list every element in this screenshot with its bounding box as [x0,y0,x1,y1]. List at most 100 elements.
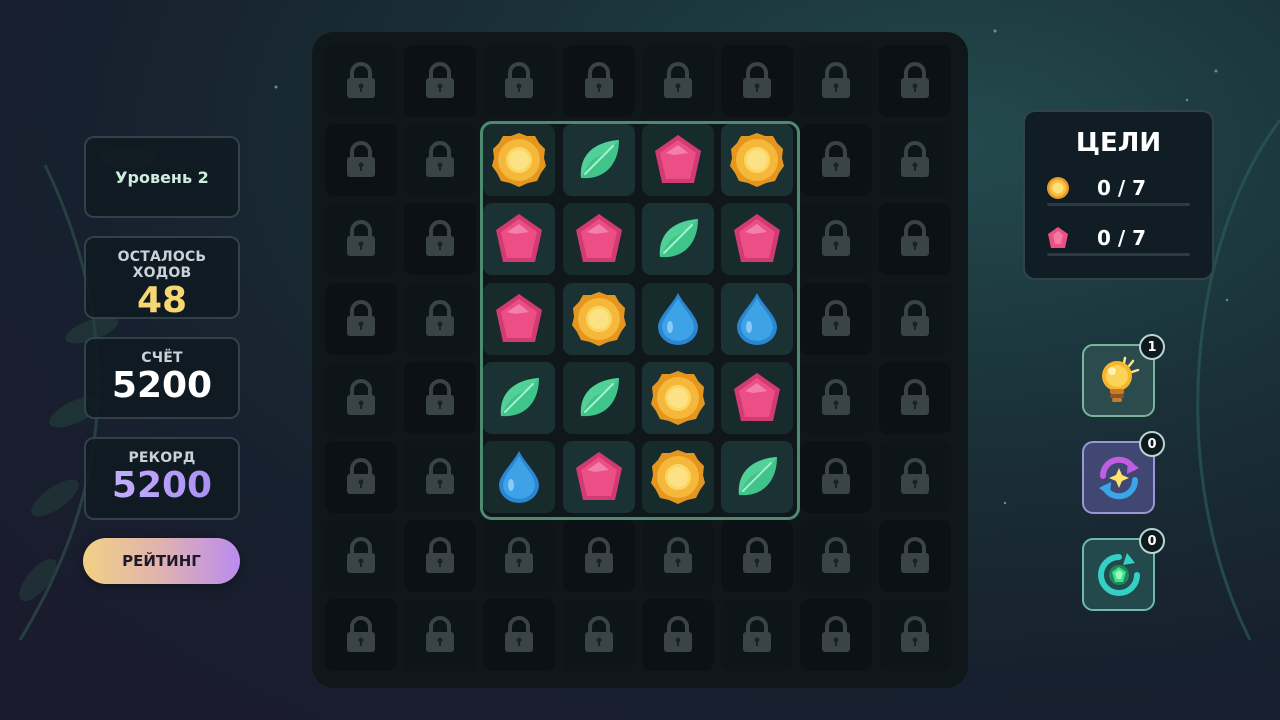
board-cell[interactable] [563,441,635,513]
board-cell[interactable] [642,124,714,196]
shuffle-booster-button[interactable]: 0 [1082,431,1165,514]
leaf-icon [652,213,704,265]
board-cell[interactable] [563,203,635,275]
locked-cell [325,124,397,196]
locked-cell [325,599,397,671]
lock-icon [423,140,457,180]
lock-icon [740,615,774,655]
locked-cell [800,520,872,592]
hint-count-badge: 1 [1139,334,1165,360]
lock-icon [423,378,457,418]
locked-cell [800,599,872,671]
lock-icon [740,61,774,101]
locked-cell [800,362,872,434]
locked-cell [563,520,635,592]
pink-gem-icon [652,133,704,187]
coin-icon [649,369,707,427]
locked-cell [800,45,872,117]
locked-cell [721,45,793,117]
board-cell[interactable] [721,203,793,275]
goal-divider [1047,203,1190,206]
locked-cell [800,203,872,275]
coin-icon [649,448,707,506]
lock-icon [819,615,853,655]
board-cell[interactable] [483,362,555,434]
rating-button[interactable]: РЕЙТИНГ [83,538,240,584]
shuffle-count-badge: 0 [1139,431,1165,457]
board-cell[interactable] [642,203,714,275]
shuffle-icon [1098,456,1139,499]
locked-cell [800,283,872,355]
lock-icon [898,457,932,497]
board-cell[interactable] [483,203,555,275]
refresh-booster-button[interactable]: 0 [1082,528,1165,611]
goals-title: ЦЕЛИ [1075,128,1162,158]
locked-cell [879,362,951,434]
locked-cell [642,45,714,117]
locked-cell [404,441,476,513]
board-cell[interactable] [642,283,714,355]
locked-cell [563,45,635,117]
locked-cell [483,599,555,671]
locked-cell [325,441,397,513]
board-cell[interactable] [483,283,555,355]
pink-gem-icon [573,212,625,266]
board-cell[interactable] [563,283,635,355]
board-cell[interactable] [563,362,635,434]
refresh-gem-icon [1097,552,1140,596]
lock-icon [423,219,457,259]
lock-icon [819,378,853,418]
lock-icon [344,378,378,418]
board-cell[interactable] [642,362,714,434]
locked-cell [879,441,951,513]
board-cell[interactable] [721,362,793,434]
locked-cell [800,441,872,513]
lock-icon [502,536,536,576]
moves-value: 48 [136,280,188,321]
board-cell[interactable] [721,441,793,513]
board-cell[interactable] [483,124,555,196]
record-panel: РЕКОРД 5200 [84,437,240,520]
locked-cell [325,203,397,275]
drop-icon [495,449,543,505]
locked-cell [721,520,793,592]
lock-icon [819,457,853,497]
locked-cell [879,520,951,592]
locked-cell [483,45,555,117]
lock-icon [344,536,378,576]
coin-icon [1045,175,1071,201]
locked-cell [404,362,476,434]
locked-cell [800,124,872,196]
lock-icon [898,536,932,576]
lock-icon [423,299,457,339]
locked-cell [404,520,476,592]
locked-cell [404,599,476,671]
lock-icon [423,457,457,497]
goal-pink-gem: 0 / 7 [1045,218,1192,258]
lock-icon [582,615,616,655]
board-cell[interactable] [483,441,555,513]
lock-icon [344,615,378,655]
board-cell[interactable] [721,283,793,355]
locked-cell [642,599,714,671]
drop-icon [654,291,702,347]
leaf-icon [573,372,625,424]
coin-icon [728,131,786,189]
leaf-icon [493,372,545,424]
locked-cell [404,45,476,117]
lock-icon [423,536,457,576]
lock-icon [898,299,932,339]
hint-booster-button[interactable]: 1 [1082,334,1165,417]
lock-icon [502,61,536,101]
locked-cell [563,599,635,671]
locked-cell [879,283,951,355]
locked-cell [404,283,476,355]
hint-lightbulb-icon [1101,356,1139,402]
board-cell[interactable] [563,124,635,196]
board-cell[interactable] [721,124,793,196]
locked-cell [879,599,951,671]
board-cell[interactable] [642,441,714,513]
refresh-count-badge: 0 [1139,528,1165,554]
pink-gem-icon [493,212,545,266]
pink-gem-icon [731,212,783,266]
